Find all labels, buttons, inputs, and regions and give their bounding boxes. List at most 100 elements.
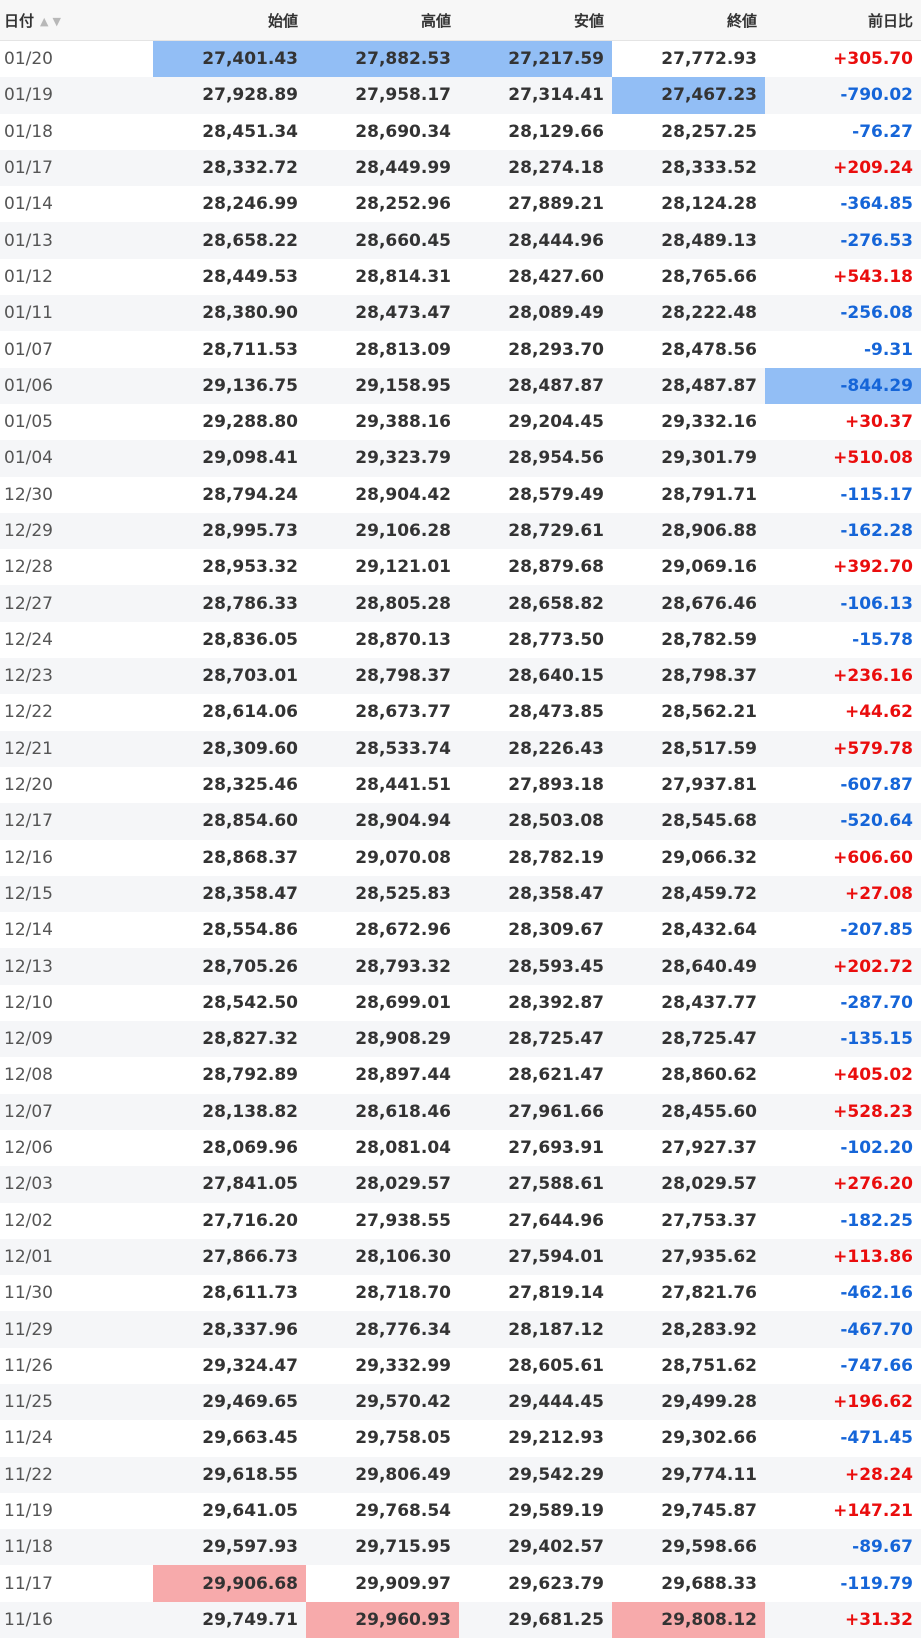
low-cell: 28,658.82 <box>459 585 612 622</box>
header-change[interactable]: 前日比 <box>765 0 921 41</box>
close-cell: 28,333.52 <box>612 149 765 187</box>
open-cell: 29,641.05 <box>202 1501 298 1522</box>
table-row: 11/17 29,906.68 29,909.97 29,623.79 29,688.3… <box>0 1565 921 1602</box>
open-cell: 29,663.45 <box>202 1428 298 1449</box>
low-cell: 28,487.87 <box>459 367 612 404</box>
change-cell: +405.02 <box>833 1065 913 1086</box>
table-row: 01/07 28,711.53 28,813.09 28,293.70 28,478.5… <box>0 331 921 367</box>
low-cell: 28,358.47 <box>459 875 612 913</box>
change-cell: -106.13 <box>765 585 921 622</box>
table-row: 12/28 28,953.32 29,121.01 28,879.68 29,069.1… <box>0 549 921 585</box>
high-cell: 28,870.13 <box>355 629 451 650</box>
high-cell: 28,699.01 <box>355 992 451 1013</box>
low-cell: 28,503.08 <box>459 803 612 840</box>
header-date[interactable]: 日付 ▲▼ <box>0 0 153 41</box>
sort-ascending-icon[interactable]: ▲ <box>40 15 52 28</box>
low-cell: 29,589.19 <box>508 1501 604 1522</box>
low-cell: 28,782.19 <box>508 847 604 868</box>
close-cell: 28,906.88 <box>612 512 765 550</box>
close-cell: 27,821.76 <box>661 1283 757 1304</box>
date-cell: 12/14 <box>4 920 53 941</box>
header-low[interactable]: 安値 <box>459 0 612 41</box>
table-row: 12/13 28,705.26 28,793.32 28,593.45 28,640.4… <box>0 948 921 985</box>
change-cell: +44.62 <box>844 702 913 723</box>
open-cell: 29,288.80 <box>202 412 298 433</box>
open-cell: 28,451.34 <box>202 121 298 142</box>
date-cell: 12/29 <box>0 512 153 550</box>
close-cell: 29,066.32 <box>661 847 757 868</box>
open-cell: 29,597.93 <box>153 1529 306 1566</box>
change-cell: +196.62 <box>765 1383 921 1421</box>
date-cell: 12/09 <box>0 1021 153 1058</box>
high-cell: 28,908.29 <box>306 1021 459 1058</box>
high-cell: 29,332.99 <box>355 1355 451 1376</box>
table-row: 11/22 29,618.55 29,806.49 29,542.29 29,774.1… <box>0 1456 921 1493</box>
high-cell: 28,106.30 <box>306 1238 459 1276</box>
open-cell: 28,854.60 <box>153 803 306 840</box>
date-cell: 12/06 <box>4 1138 53 1159</box>
low-cell: 29,204.45 <box>508 412 604 433</box>
high-cell: 29,909.97 <box>355 1573 451 1594</box>
low-cell: 28,187.12 <box>459 1311 612 1348</box>
date-cell: 12/20 <box>4 775 53 796</box>
table-row: 11/30 28,611.73 28,718.70 27,819.14 27,821.7… <box>0 1275 921 1311</box>
change-cell: +31.32 <box>765 1601 921 1639</box>
sort-arrows[interactable]: ▲▼ <box>40 15 65 28</box>
close-cell: 27,927.37 <box>661 1138 757 1159</box>
change-cell: -364.85 <box>840 194 913 215</box>
high-cell: 28,660.45 <box>306 222 459 259</box>
high-cell: 29,070.08 <box>355 847 451 868</box>
date-cell: 12/02 <box>4 1210 53 1231</box>
low-cell: 28,309.67 <box>508 920 604 941</box>
change-cell: -182.25 <box>840 1210 913 1231</box>
close-cell: 29,302.66 <box>661 1428 757 1449</box>
date-cell: 12/21 <box>0 730 153 767</box>
header-close[interactable]: 終値 <box>612 0 765 41</box>
change-cell: -135.15 <box>765 1021 921 1058</box>
open-cell: 27,716.20 <box>202 1210 298 1231</box>
date-cell: 01/12 <box>4 266 53 287</box>
open-cell: 28,449.53 <box>202 266 298 287</box>
header-high[interactable]: 高値 <box>306 0 459 41</box>
high-cell: 29,388.16 <box>355 412 451 433</box>
table-row: 11/24 29,663.45 29,758.05 29,212.93 29,302.6… <box>0 1420 921 1456</box>
date-cell: 11/29 <box>0 1311 153 1348</box>
low-cell: 28,725.47 <box>459 1021 612 1058</box>
open-cell: 28,794.24 <box>202 484 298 505</box>
open-cell: 29,324.47 <box>202 1355 298 1376</box>
close-cell: 29,688.33 <box>661 1573 757 1594</box>
low-cell: 28,274.18 <box>459 149 612 187</box>
change-cell: +528.23 <box>765 1093 921 1130</box>
low-cell: 27,889.21 <box>508 194 604 215</box>
high-cell: 28,081.04 <box>355 1138 451 1159</box>
low-cell: 28,129.66 <box>508 121 604 142</box>
date-cell: 12/07 <box>0 1093 153 1130</box>
header-row: 日付 ▲▼ 始値 高値 安値 終値 前日比 <box>0 0 921 41</box>
high-cell: 29,758.05 <box>355 1428 451 1449</box>
open-cell: 28,380.90 <box>153 295 306 332</box>
high-cell: 28,718.70 <box>355 1283 451 1304</box>
close-cell: 27,772.93 <box>661 49 757 70</box>
table-row: 12/15 28,358.47 28,525.83 28,358.47 28,459.7… <box>0 875 921 913</box>
sort-descending-icon[interactable]: ▼ <box>52 15 64 28</box>
open-cell: 28,658.22 <box>153 222 306 259</box>
change-cell: -467.70 <box>765 1311 921 1348</box>
date-cell: 12/01 <box>0 1238 153 1276</box>
high-cell: 28,813.09 <box>355 339 451 360</box>
high-cell: 28,449.99 <box>306 149 459 187</box>
open-cell: 29,136.75 <box>153 367 306 404</box>
table-row: 11/18 29,597.93 29,715.95 29,402.57 29,598.6… <box>0 1529 921 1566</box>
open-cell: 28,827.32 <box>153 1021 306 1058</box>
header-open[interactable]: 始値 <box>153 0 306 41</box>
close-cell: 28,478.56 <box>661 339 757 360</box>
change-cell: -520.64 <box>765 803 921 840</box>
high-cell: 28,525.83 <box>306 875 459 913</box>
change-cell: +202.72 <box>765 948 921 985</box>
date-cell: 12/17 <box>0 803 153 840</box>
high-cell: 29,768.54 <box>355 1501 451 1522</box>
table-row: 11/16 29,749.71 29,960.93 29,681.25 29,808.1… <box>0 1601 921 1639</box>
change-cell: +276.20 <box>765 1166 921 1203</box>
table-row: 01/04 29,098.41 29,323.79 28,954.56 29,301.7… <box>0 440 921 477</box>
low-cell: 28,729.61 <box>459 512 612 550</box>
low-cell: 28,954.56 <box>459 440 612 477</box>
